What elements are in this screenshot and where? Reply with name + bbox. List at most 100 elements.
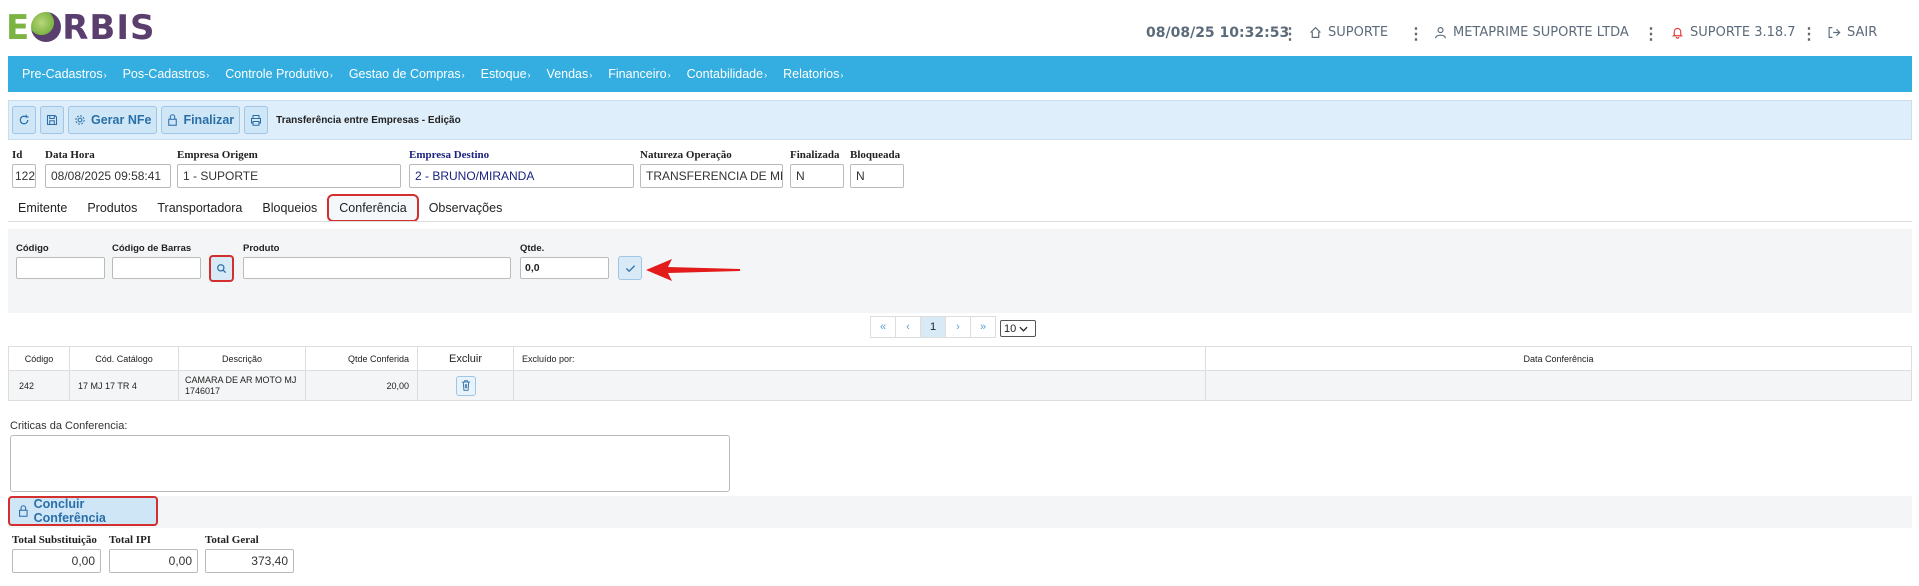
- tab-produtos[interactable]: Produtos: [77, 194, 147, 222]
- trash-icon: [461, 380, 470, 391]
- save-icon: [46, 114, 58, 126]
- total-geral-label: Total Geral: [205, 534, 259, 546]
- tab-emitente[interactable]: Emitente: [8, 194, 77, 222]
- produto-input[interactable]: [243, 257, 511, 279]
- pager-page-1[interactable]: 1: [920, 316, 946, 338]
- table-header-row: Código Cód. Catálogo Descrição Qtde Conf…: [8, 346, 1912, 371]
- refresh-button[interactable]: [12, 106, 36, 134]
- origem-field[interactable]: 1 - SUPORTE: [177, 164, 401, 188]
- table-row[interactable]: 242 17 MJ 17 TR 4 CAMARA DE AR MOTO MJ 1…: [8, 370, 1912, 401]
- destino-field[interactable]: 2 - BRUNO/MIRANDA: [409, 164, 634, 188]
- col-catalogo[interactable]: Cód. Catálogo: [69, 346, 179, 371]
- version-label: SUPORTE 3.18.7: [1690, 25, 1796, 40]
- finalizar-button[interactable]: Finalizar: [161, 106, 241, 134]
- logout-link[interactable]: SAIR: [1827, 25, 1877, 40]
- qtde-label: Qtde.: [520, 243, 545, 254]
- concluir-label: Concluir Conferência: [33, 497, 106, 525]
- page-title: Transferência entre Empresas - Edição: [276, 114, 461, 126]
- total-ipi-label: Total IPI: [109, 534, 152, 546]
- cell-descricao: CAMARA DE AR MOTO MJ 1746017: [178, 370, 306, 401]
- id-field[interactable]: 122: [12, 164, 36, 188]
- total-ipi-field[interactable]: 0,00: [109, 549, 198, 573]
- kebab-icon[interactable]: ⋮: [1643, 24, 1659, 44]
- codigo-barras-input[interactable]: [112, 257, 201, 279]
- lock-icon: [19, 505, 28, 517]
- tab-bloqueios[interactable]: Bloqueios: [252, 194, 327, 222]
- menu-controle-produtivo[interactable]: Controle Produtivo: [225, 67, 333, 81]
- home-link[interactable]: SUPORTE: [1309, 25, 1388, 40]
- tab-transportadora[interactable]: Transportadora: [147, 194, 252, 222]
- cell-excluido-por: [513, 370, 1206, 401]
- gear-icon: [75, 115, 85, 125]
- user-link[interactable]: METAPRIME SUPORTE LTDA: [1434, 25, 1629, 40]
- produto-label: Produto: [243, 243, 280, 254]
- finalizada-label: Finalizada: [790, 149, 840, 161]
- criticas-label: Criticas da Conferencia:: [10, 420, 128, 432]
- bell-icon: [1672, 27, 1683, 39]
- barras-label: Código de Barras: [112, 243, 192, 254]
- menu-relatorios[interactable]: Relatorios: [783, 67, 843, 81]
- tab-conferencia[interactable]: Conferência: [327, 194, 419, 222]
- total-geral-field[interactable]: 373,40: [205, 549, 294, 573]
- kebab-icon[interactable]: ⋮: [1282, 24, 1298, 44]
- tab-observacoes[interactable]: Observações: [419, 194, 513, 222]
- menu-estoque[interactable]: Estoque: [481, 67, 531, 81]
- page-size-value: 10: [1004, 322, 1017, 335]
- pager-next-button[interactable]: ›: [945, 316, 971, 338]
- col-qtde[interactable]: Qtde Conferida: [305, 346, 418, 371]
- refresh-icon: [19, 114, 29, 125]
- menu-gestao-compras[interactable]: Gestao de Compras: [349, 67, 465, 81]
- toolbar: Gerar NFe Finalizar Transferência entre …: [8, 100, 1912, 140]
- printer-icon: [251, 114, 262, 126]
- natureza-field[interactable]: TRANSFERENCIA DE MERCADORIA: [640, 164, 783, 188]
- annotation-arrow-icon: [646, 259, 740, 281]
- origem-label: Empresa Origem: [177, 149, 258, 161]
- menu-contabilidade[interactable]: Contabilidade: [687, 67, 767, 81]
- pager-last-button[interactable]: »: [970, 316, 996, 338]
- pager-first-button[interactable]: «: [870, 316, 896, 338]
- check-icon: [625, 264, 635, 272]
- col-excluir[interactable]: Excluir: [417, 346, 514, 371]
- col-descricao[interactable]: Descrição: [178, 346, 306, 371]
- bloqueada-field[interactable]: N: [850, 164, 904, 188]
- natureza-label: Natureza Operação: [640, 149, 732, 161]
- logout-label: SAIR: [1847, 25, 1878, 40]
- col-codigo[interactable]: Código: [8, 346, 70, 371]
- menu-pre-cadastros[interactable]: Pre-Cadastros: [22, 67, 107, 81]
- codigo-input[interactable]: [16, 257, 105, 279]
- header-datetime: 08/08/25 10:32:53: [1146, 25, 1290, 41]
- print-button[interactable]: [244, 106, 269, 134]
- notifications-link[interactable]: SUPORTE 3.18.7: [1671, 25, 1796, 40]
- concluir-bar: [8, 496, 1912, 528]
- col-excluido-por[interactable]: Excluído por:: [513, 346, 1206, 371]
- kebab-icon[interactable]: ⋮: [1408, 24, 1424, 44]
- confirm-button[interactable]: [618, 256, 642, 280]
- kebab-icon[interactable]: ⋮: [1801, 24, 1817, 44]
- pager-prev-button[interactable]: ‹: [895, 316, 921, 338]
- user-icon: [1435, 27, 1446, 39]
- app-logo: E RBIS: [6, 8, 156, 48]
- finalizada-field[interactable]: N: [790, 164, 844, 188]
- main-menubar: Pre-Cadastros Pos-Cadastros Controle Pro…: [8, 56, 1912, 92]
- logo-globe-icon: [31, 12, 62, 42]
- gerar-nfe-button[interactable]: Gerar NFe: [68, 106, 158, 134]
- datahora-field[interactable]: 08/08/2025 09:58:41: [45, 164, 171, 188]
- menu-vendas[interactable]: Vendas: [547, 67, 593, 81]
- qtde-input[interactable]: 0,0: [520, 257, 609, 279]
- col-data-conferencia[interactable]: Data Conferência: [1205, 346, 1912, 371]
- menu-pos-cadastros[interactable]: Pos-Cadastros: [123, 67, 210, 81]
- menu-financeiro[interactable]: Financeiro: [608, 67, 670, 81]
- save-button[interactable]: [40, 106, 64, 134]
- cell-qtde: 20,00: [305, 370, 418, 401]
- search-button[interactable]: [209, 255, 234, 282]
- id-label: Id: [12, 149, 23, 161]
- tab-divider: [8, 221, 1912, 222]
- concluir-conferencia-button[interactable]: Concluir Conferência: [8, 496, 158, 526]
- criticas-textarea[interactable]: [10, 435, 730, 492]
- datahora-label: Data Hora: [45, 149, 95, 161]
- total-substituicao-label: Total Substituição: [12, 534, 97, 546]
- conferencia-table: Código Cód. Catálogo Descrição Qtde Conf…: [8, 346, 1912, 401]
- page-size-select[interactable]: 10: [1000, 320, 1036, 337]
- total-substituicao-field[interactable]: 0,00: [12, 549, 101, 573]
- delete-button[interactable]: [455, 375, 476, 396]
